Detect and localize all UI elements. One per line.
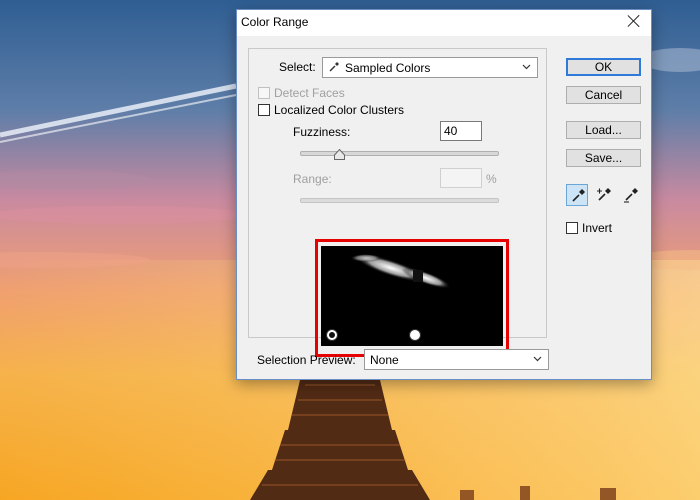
add-to-sample-tool[interactable]: [593, 184, 615, 206]
dialog-title: Color Range: [241, 15, 309, 29]
load-button[interactable]: Load...: [566, 121, 641, 139]
localized-clusters-checkbox[interactable]: [258, 104, 270, 116]
cancel-button[interactable]: Cancel: [566, 86, 641, 104]
eyedropper-minus-icon: [624, 188, 638, 203]
ok-button[interactable]: OK: [566, 58, 641, 76]
chevron-down-icon: [522, 64, 531, 70]
subtract-from-sample-tool[interactable]: [620, 184, 642, 206]
select-label: Select:: [279, 60, 316, 74]
fuzziness-slider-track[interactable]: [300, 151, 499, 156]
chevron-down-icon: [533, 356, 542, 362]
selection-preview-label: Selection Preview:: [257, 353, 356, 367]
radio-selected-dot: [329, 332, 335, 338]
fuzziness-value: 40: [444, 124, 458, 138]
options-group: Select: Sampled Colors Detect Faces Loca…: [248, 48, 547, 357]
selection-radio[interactable]: [326, 329, 338, 341]
eyedropper-icon: [329, 62, 339, 72]
selection-preview-value: None: [370, 353, 399, 367]
save-button[interactable]: Save...: [566, 149, 641, 167]
eyedropper-plus-icon: [597, 188, 611, 201]
color-range-dialog: Color Range Select: Sampled Colors Detec…: [236, 9, 652, 380]
invert-checkbox[interactable]: [566, 222, 578, 234]
title-bar[interactable]: Color Range: [237, 10, 651, 36]
select-value: Sampled Colors: [345, 61, 431, 75]
fuzziness-label: Fuzziness:: [293, 125, 351, 139]
detect-faces-checkbox[interactable]: [258, 87, 270, 99]
range-slider-track: [300, 198, 499, 203]
eyedropper-tool[interactable]: [566, 184, 588, 206]
range-unit: %: [486, 172, 497, 186]
image-radio-label: Image: [425, 328, 459, 342]
select-dropdown[interactable]: Sampled Colors: [322, 57, 538, 78]
image-radio[interactable]: [409, 329, 421, 341]
range-input[interactable]: [440, 168, 482, 188]
detect-faces-label: Detect Faces: [274, 86, 345, 100]
invert-label: Invert: [582, 221, 613, 235]
eyedropper-icon: [572, 189, 585, 202]
range-label: Range:: [293, 172, 332, 186]
selection-preview-dropdown[interactable]: None: [364, 349, 549, 370]
close-icon[interactable]: [627, 14, 641, 28]
fuzziness-slider-thumb[interactable]: [334, 149, 345, 160]
localized-clusters-label: Localized Color Clusters: [274, 103, 405, 117]
selection-radio-label: Selection: [343, 328, 393, 342]
fuzziness-input[interactable]: 40: [440, 121, 482, 141]
